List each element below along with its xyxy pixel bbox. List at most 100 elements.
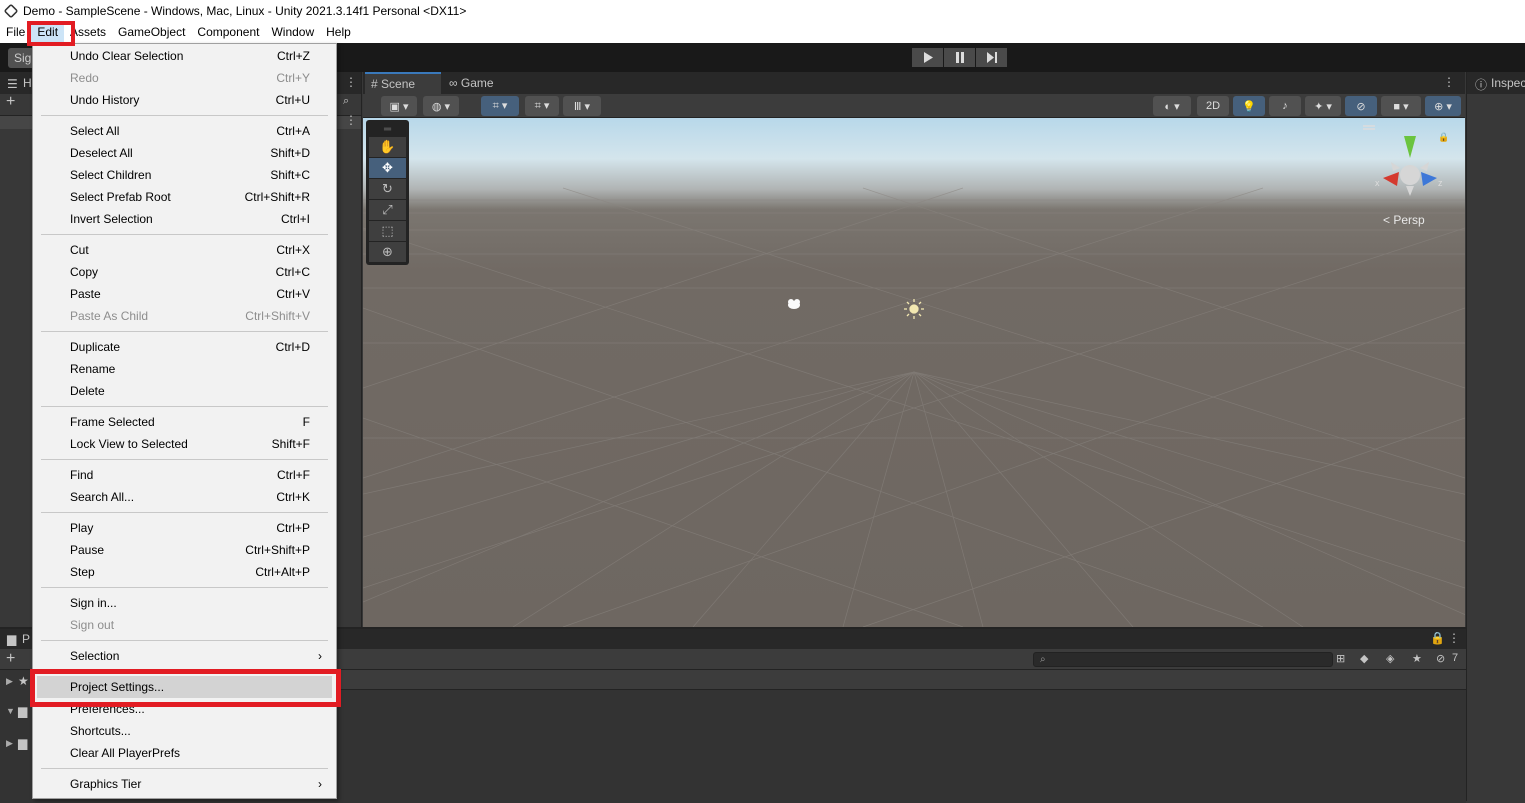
step-button[interactable] <box>976 48 1007 67</box>
filter-by-label-icon[interactable]: ◈ <box>1386 652 1394 665</box>
audio-toggle[interactable]: ♪ <box>1269 96 1301 116</box>
menu-item-deselect-all[interactable]: Deselect All Shift+D <box>33 142 336 164</box>
hand-tool-button[interactable]: ✋ <box>369 137 406 157</box>
filter-by-type-icon[interactable]: ◆ <box>1360 652 1368 665</box>
project-breadcrumb-bar <box>335 670 1466 690</box>
packages-expand-icon[interactable]: ▶ <box>6 738 13 749</box>
menu-edit[interactable]: Edit <box>31 22 65 43</box>
menu-item-undo-clear-selection[interactable]: Undo Clear Selection Ctrl+Z <box>33 45 336 67</box>
tab-scene[interactable]: # Scene <box>365 72 441 94</box>
inspector-tab-icon: ⓘ <box>1475 78 1488 92</box>
hidden-objects-toggle[interactable]: ⊘ <box>1345 96 1377 116</box>
menu-gameobject[interactable]: GameObject <box>112 22 191 43</box>
menu-item-redo[interactable]: Redo Ctrl+Y <box>33 67 336 89</box>
menu-item-sign-in[interactable]: Sign in... <box>33 592 336 614</box>
menu-item-pause[interactable]: Pause Ctrl+Shift+P <box>33 539 336 561</box>
play-button[interactable] <box>912 48 943 67</box>
scene-toolbar: ▣ ▾ ◍ ▾ ⌗ ▾ ⌗ ▾ Ⅲ ▾ ◐ ▾ 2D 💡 ♪ ✦ ▾ ⊘ ■ ▾… <box>363 94 1465 118</box>
menu-item-shortcut: Ctrl+Shift+R <box>244 190 310 204</box>
menu-item-project-settings[interactable]: Project Settings... <box>37 676 332 698</box>
menu-item-selection[interactable]: Selection › <box>33 645 336 667</box>
tab-game[interactable]: ∞ Game <box>443 72 513 94</box>
overlay-grip-icon[interactable]: ═ <box>369 123 406 136</box>
menu-item-paste-as-child[interactable]: Paste As Child Ctrl+Shift+V <box>33 305 336 327</box>
lighting-toggle[interactable]: 💡 <box>1233 96 1265 116</box>
favorites-star-icon[interactable]: ★ <box>1412 652 1422 665</box>
menu-item-play[interactable]: Play Ctrl+P <box>33 517 336 539</box>
menu-item-delete[interactable]: Delete <box>33 380 336 402</box>
grid-visibility-dropdown[interactable]: Ⅲ ▾ <box>563 96 601 116</box>
menu-window[interactable]: Window <box>265 22 320 43</box>
project-add-button[interactable]: + <box>6 650 15 668</box>
rotate-tool-button[interactable]: ↻ <box>369 179 406 199</box>
scale-tool-button[interactable]: ⤢ <box>369 200 406 220</box>
draw-mode-dropdown[interactable]: ▣ ▾ <box>381 96 417 116</box>
hidden-packages-icon[interactable]: ⊘ <box>1436 652 1445 665</box>
hierarchy-add-button[interactable]: + <box>6 93 15 111</box>
search-by-type-icon[interactable]: ⊞ <box>1336 652 1345 665</box>
menu-item-duplicate[interactable]: Duplicate Ctrl+D <box>33 336 336 358</box>
grid-snap-dropdown[interactable]: ⌗ ▾ <box>481 96 519 116</box>
menu-item-sign-out[interactable]: Sign out <box>33 614 336 636</box>
menu-item-select-children[interactable]: Select Children Shift+C <box>33 164 336 186</box>
gizmos-dropdown[interactable]: ⊕ ▾ <box>1425 96 1461 116</box>
menu-item-undo-history[interactable]: Undo History Ctrl+U <box>33 89 336 111</box>
menu-item-graphics-tier[interactable]: Graphics Tier › <box>33 773 336 795</box>
increment-snap-dropdown[interactable]: ⌗ ▾ <box>525 96 559 116</box>
hierarchy-scene-more-icon[interactable]: ⋮ <box>345 113 357 127</box>
menu-item-shortcut: Ctrl+D <box>275 340 310 354</box>
project-search-input[interactable]: ⌕ <box>1033 652 1333 667</box>
hierarchy-search-icon[interactable]: ⌕ <box>343 95 349 108</box>
step-icon <box>986 52 997 63</box>
menu-separator <box>41 640 328 641</box>
toggle-2d-button[interactable]: 2D <box>1197 96 1229 116</box>
menu-item-frame-selected[interactable]: Frame Selected F <box>33 411 336 433</box>
favorites-expand-icon[interactable]: ▶ <box>6 676 13 687</box>
menu-item-clear-all-playerprefs[interactable]: Clear All PlayerPrefs <box>33 742 336 764</box>
assets-folder-icon: ▆ <box>18 704 28 718</box>
inspector-tab-label[interactable]: Inspec <box>1491 76 1525 90</box>
gamepad-icon: ∞ <box>449 76 458 90</box>
menu-item-label: Clear All PlayerPrefs <box>70 746 181 760</box>
menu-item-label: Invert Selection <box>70 212 153 226</box>
menu-item-rename[interactable]: Rename <box>33 358 336 380</box>
project-lock-icon[interactable]: 🔒 <box>1430 631 1445 645</box>
inspector-panel: ⓘ Inspec <box>1466 72 1525 801</box>
render-mode-dropdown[interactable]: ◍ ▾ <box>423 96 459 116</box>
hierarchy-tab-label[interactable]: H <box>23 76 32 90</box>
menu-item-step[interactable]: Step Ctrl+Alt+P <box>33 561 336 583</box>
menu-item-invert-selection[interactable]: Invert Selection Ctrl+I <box>33 208 336 230</box>
menu-item-label: Project Settings... <box>70 680 165 694</box>
menu-item-copy[interactable]: Copy Ctrl+C <box>33 261 336 283</box>
menu-assets[interactable]: Assets <box>64 22 112 43</box>
hand-icon: ✋ <box>379 139 396 154</box>
menu-item-paste[interactable]: Paste Ctrl+V <box>33 283 336 305</box>
tab-game-label: Game <box>460 76 494 90</box>
assets-expand-icon[interactable]: ▼ <box>6 706 15 716</box>
camera-dropdown[interactable]: ■ ▾ <box>1381 96 1421 116</box>
project-tab-label[interactable]: P <box>22 632 30 646</box>
menu-item-select-prefab-root[interactable]: Select Prefab Root Ctrl+Shift+R <box>33 186 336 208</box>
menu-item-search-all[interactable]: Search All... Ctrl+K <box>33 486 336 508</box>
project-more-icon[interactable]: ⋮ <box>1448 631 1460 645</box>
menu-component[interactable]: Component <box>191 22 265 43</box>
menu-item-cut[interactable]: Cut Ctrl+X <box>33 239 336 261</box>
scene-more-icon[interactable]: ⋮ <box>1443 75 1455 89</box>
menu-item-label: Find <box>70 468 94 482</box>
pause-button[interactable] <box>944 48 975 67</box>
menu-item-preferences[interactable]: Preferences... <box>33 698 336 720</box>
shading-dropdown[interactable]: ◐ ▾ <box>1153 96 1191 116</box>
menu-file[interactable]: File <box>0 22 31 43</box>
scene-viewport[interactable]: x z 🔒 <box>363 118 1465 627</box>
menu-help[interactable]: Help <box>320 22 357 43</box>
menu-item-select-all[interactable]: Select All Ctrl+A <box>33 120 336 142</box>
move-tool-button[interactable]: ✥ <box>369 158 406 178</box>
menu-item-find[interactable]: Find Ctrl+F <box>33 464 336 486</box>
rect-tool-button[interactable]: ⬚ <box>369 221 406 241</box>
effects-dropdown[interactable]: ✦ ▾ <box>1305 96 1341 116</box>
transform-tool-button[interactable]: ⊕ <box>369 242 406 262</box>
hierarchy-more-icon[interactable]: ⋮ <box>345 75 357 89</box>
menu-item-lock-view-to-selected[interactable]: Lock View to Selected Shift+F <box>33 433 336 455</box>
menu-item-shortcuts[interactable]: Shortcuts... <box>33 720 336 742</box>
perspective-label[interactable]: < Persp <box>1383 213 1425 227</box>
